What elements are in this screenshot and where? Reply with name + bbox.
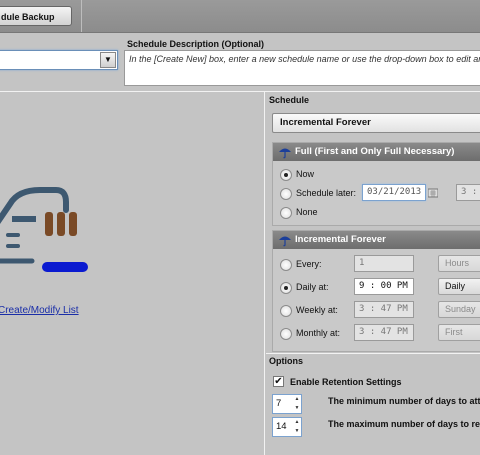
full-date-input[interactable]: 03/21/2013 <box>362 184 426 201</box>
full-now-radio[interactable] <box>280 169 292 181</box>
full-group-header: Full (First and Only Full Necessary) <box>273 143 480 161</box>
weekly-day-value: Sunday <box>445 304 476 314</box>
retention-checkbox[interactable]: ✔ <box>273 376 284 387</box>
schedule-label: Schedule <box>269 95 310 105</box>
min-days-value: 7 <box>276 398 282 409</box>
stepper-arrows-icon[interactable]: ▲ ▼ <box>293 395 301 413</box>
options-label: Options <box>269 356 303 366</box>
chevron-down-icon[interactable]: ▼ <box>100 52 116 68</box>
full-none-label: None <box>296 207 318 217</box>
monthly-label: Monthly at: <box>296 328 341 338</box>
divider <box>0 91 480 92</box>
weekly-time-value: 3 : 47 PM <box>359 304 408 314</box>
retention-label: Enable Retention Settings <box>290 377 402 387</box>
top-toolbar <box>0 0 480 33</box>
calendar-icon[interactable] <box>428 188 438 198</box>
weekly-label: Weekly at: <box>296 305 338 315</box>
umbrella-icon <box>279 148 291 159</box>
incremental-group-title: Incremental Forever <box>295 234 386 245</box>
schedule-name-select[interactable]: ▼ <box>0 50 118 70</box>
min-days-text: The minimum number of days to attemp <box>328 396 480 406</box>
full-time-input[interactable]: 3 : <box>456 184 480 201</box>
daily-radio[interactable] <box>280 282 292 294</box>
full-later-radio[interactable] <box>280 188 292 200</box>
monthly-day-value: First <box>445 327 463 337</box>
monthly-day-select[interactable]: First <box>438 324 480 341</box>
description-placeholder: In the [Create New] box, enter a new sch… <box>129 54 480 64</box>
full-now-label: Now <box>296 169 315 179</box>
backup-list-illustration-icon <box>0 187 88 272</box>
incremental-group-header: Incremental Forever <box>273 231 480 249</box>
toolbar-divider <box>81 0 82 32</box>
left-panel <box>0 96 262 455</box>
full-date-value: 03/21/2013 <box>367 187 422 197</box>
every-unit-select[interactable]: Hours <box>438 255 480 272</box>
every-value-input[interactable]: 1 <box>354 255 414 272</box>
schedule-backup-tab[interactable]: dule Backup <box>0 6 72 26</box>
divider <box>264 92 265 455</box>
max-days-stepper[interactable]: 14 ▲ ▼ <box>272 417 302 437</box>
daily-time-value: 9 : 00 PM <box>359 281 408 291</box>
weekly-time-input[interactable]: 3 : 47 PM <box>354 301 414 318</box>
daily-unit-select[interactable]: Daily <box>438 278 480 295</box>
daily-unit-value: Daily <box>445 281 466 291</box>
umbrella-icon <box>279 236 291 247</box>
every-radio[interactable] <box>280 259 292 271</box>
min-days-stepper[interactable]: 7 ▲ ▼ <box>272 394 302 414</box>
monthly-time-input[interactable]: 3 : 47 PM <box>354 324 414 341</box>
full-later-label: Schedule later: <box>296 188 357 198</box>
monthly-radio[interactable] <box>280 328 292 340</box>
monthly-time-value: 3 : 47 PM <box>359 327 408 337</box>
max-days-text: The maximum number of days to retain <box>328 419 480 429</box>
daily-label: Daily at: <box>296 282 329 292</box>
max-days-value: 14 <box>276 421 287 432</box>
divider <box>266 353 480 354</box>
stepper-arrows-icon[interactable]: ▲ ▼ <box>293 418 301 436</box>
every-value: 1 <box>359 258 365 268</box>
full-group-title: Full (First and Only Full Necessary) <box>295 146 455 157</box>
description-input[interactable]: In the [Create New] box, enter a new sch… <box>124 50 480 86</box>
every-label: Every: <box>296 259 322 269</box>
weekly-radio[interactable] <box>280 305 292 317</box>
schedule-type-value: Incremental Forever <box>280 117 371 128</box>
full-time-value: 3 : <box>461 187 478 197</box>
schedule-type-select[interactable]: Incremental Forever <box>272 113 480 133</box>
every-unit-value: Hours <box>445 258 470 268</box>
create-modify-list-link[interactable]: Create/Modify List <box>0 305 79 316</box>
description-label: Schedule Description (Optional) <box>127 39 265 49</box>
weekly-day-select[interactable]: Sunday <box>438 301 480 318</box>
full-none-radio[interactable] <box>280 207 292 219</box>
daily-time-input[interactable]: 9 : 00 PM <box>354 278 414 295</box>
